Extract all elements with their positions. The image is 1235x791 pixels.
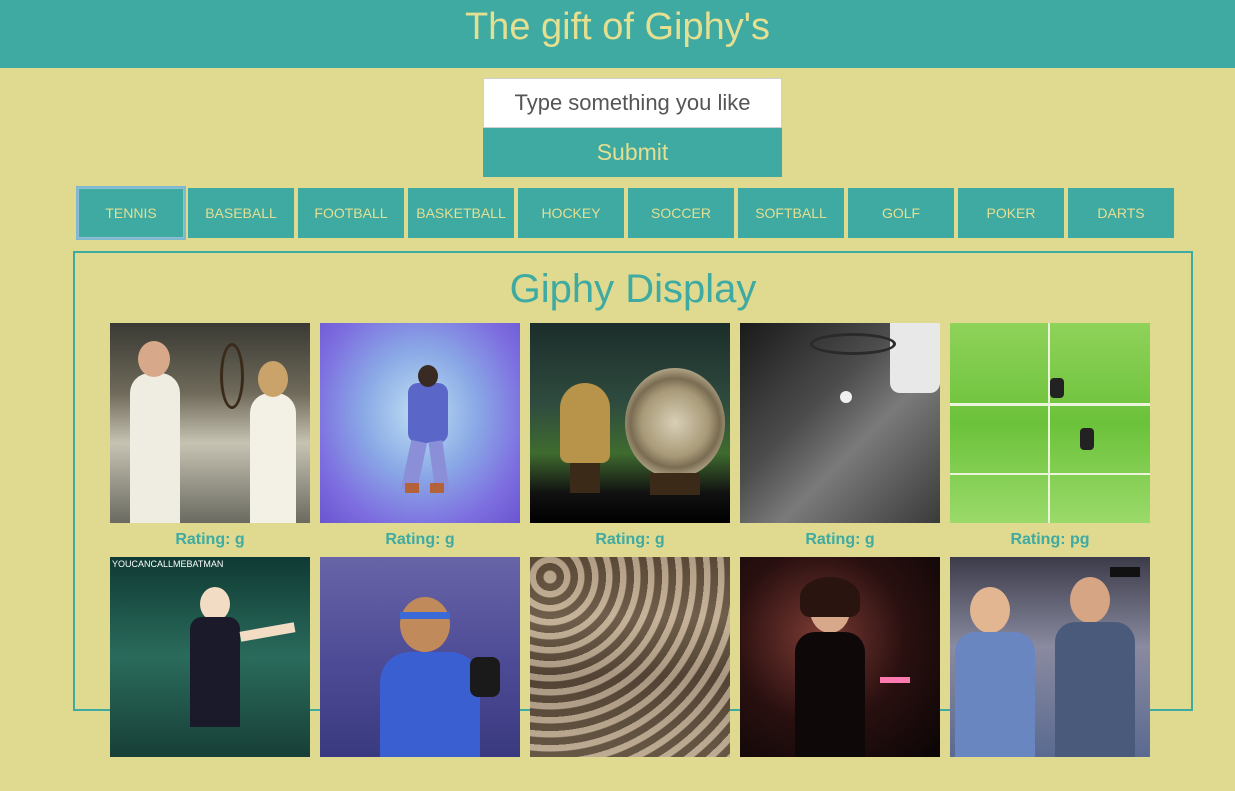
tennis-player-headband-image[interactable] [320, 557, 520, 757]
gif-grid: Rating: g Rating: g Rating: g Rating: g … [110, 323, 1150, 791]
topic-button-poker[interactable]: POKER [958, 188, 1064, 238]
tennis-court-image[interactable] [950, 323, 1150, 523]
gif-overlay-text: YOUCANCALLMEBATMAN [112, 559, 224, 569]
gif-rating: Rating: g [805, 531, 875, 548]
app-header: The gift of Giphy's [0, 0, 1235, 68]
submit-button[interactable]: Submit [483, 128, 782, 177]
display-title: Giphy Display [509, 267, 757, 311]
search-form: Submit [483, 78, 782, 177]
crowd-stands-image[interactable] [530, 557, 730, 757]
topic-button-darts[interactable]: DARTS [1068, 188, 1174, 238]
gif-rating: Rating: g [175, 531, 245, 548]
page-title: The gift of Giphy's [464, 5, 771, 48]
gif-card: Rating: g [320, 323, 520, 557]
gif-card: Rating: g [740, 323, 940, 557]
gif-card: Rating: g [530, 323, 730, 557]
wimbledon-trophies-image[interactable] [530, 323, 730, 523]
topic-button-golf[interactable]: GOLF [848, 188, 954, 238]
gif-rating [740, 757, 940, 791]
gif-card: Rating: g [110, 323, 310, 557]
gif-rating: Rating: g [595, 531, 665, 548]
celebrating-men-image[interactable] [950, 557, 1150, 757]
topic-buttons: TENNIS BASEBALL FOOTBALL BASKETBALL HOCK… [78, 188, 1174, 238]
tennis-serve-image[interactable] [740, 323, 940, 523]
gif-rating: Rating: g [385, 531, 455, 548]
gif-card: YOUCANCALLMEBATMAN [110, 557, 310, 791]
topic-button-soccer[interactable]: SOCCER [628, 188, 734, 238]
gif-card [950, 557, 1150, 791]
topic-button-softball[interactable]: SOFTBALL [738, 188, 844, 238]
topic-button-football[interactable]: FOOTBALL [298, 188, 404, 238]
giphy-display: Giphy Display Rating: g Rating: g Rating… [73, 251, 1193, 757]
tennis-players-image[interactable] [110, 323, 310, 523]
topic-button-basketball[interactable]: BASKETBALL [408, 188, 514, 238]
search-input[interactable] [483, 78, 782, 128]
tennis-player-gesture-image[interactable]: YOUCANCALLMEBATMAN [110, 557, 310, 757]
gif-rating [950, 757, 1150, 791]
gif-rating [320, 757, 520, 791]
gif-rating: Rating: pg [1010, 531, 1090, 548]
topic-button-baseball[interactable]: BASEBALL [188, 188, 294, 238]
dancing-man-image[interactable] [320, 323, 520, 523]
gif-card: Rating: pg [950, 323, 1150, 557]
gif-rating [110, 757, 310, 791]
topic-button-hockey[interactable]: HOCKEY [518, 188, 624, 238]
woman-dark-background-image[interactable] [740, 557, 940, 757]
topic-button-tennis[interactable]: TENNIS [78, 188, 184, 238]
gif-card [320, 557, 520, 791]
gif-rating [530, 757, 730, 791]
gif-card [740, 557, 940, 791]
gif-card [530, 557, 730, 791]
